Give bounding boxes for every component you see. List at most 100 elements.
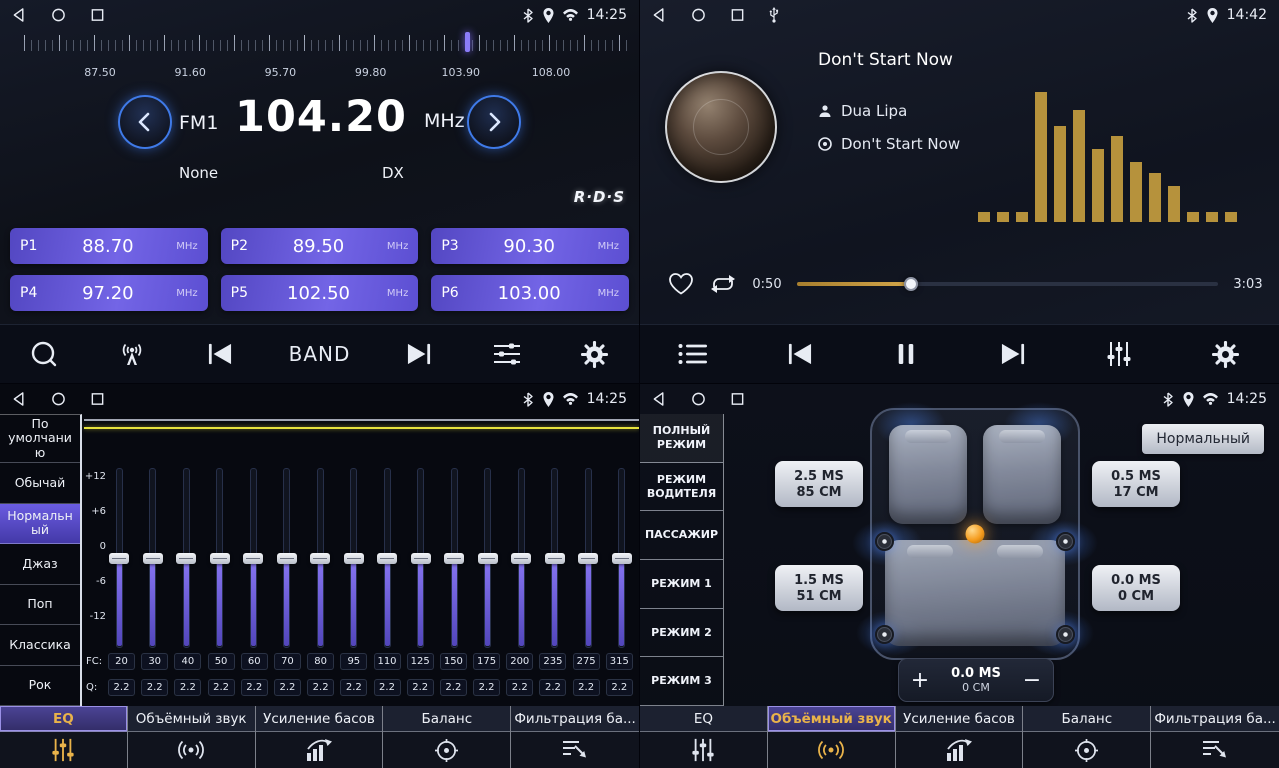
surround-mode-item-4[interactable]: РЕЖИМ 2: [640, 609, 723, 658]
eq-preset-item-6[interactable]: Рок: [0, 666, 80, 706]
nav-back-button[interactable]: [652, 391, 667, 407]
delay-rear-right[interactable]: 0.0 MS 0 CM: [1092, 565, 1180, 611]
eq-band-slider[interactable]: [108, 468, 130, 648]
tab-eq[interactable]: EQ: [0, 706, 128, 768]
repeat-button[interactable]: [709, 273, 737, 295]
previous-track-button[interactable]: [780, 342, 820, 366]
nav-recents-button[interactable]: [730, 391, 745, 407]
preset-p6-button[interactable]: P6103.00MHz: [431, 275, 629, 311]
scan-button[interactable]: [24, 339, 64, 369]
normal-mode-button[interactable]: Нормальный: [1142, 424, 1264, 454]
eq-preset-item-5[interactable]: Классика: [0, 625, 80, 665]
eq-band-slider[interactable]: [577, 468, 599, 648]
tab-balance[interactable]: Баланс: [383, 706, 511, 768]
nav-recents-button[interactable]: [90, 7, 105, 23]
delay-increase-button[interactable]: +: [899, 659, 941, 701]
slider-handle[interactable]: [612, 553, 632, 564]
eq-band-slider[interactable]: [376, 468, 398, 648]
surround-mode-item-3[interactable]: РЕЖИМ 1: [640, 560, 723, 609]
eq-band-slider[interactable]: [343, 468, 365, 648]
eq-band-slider[interactable]: [477, 468, 499, 648]
slider-handle[interactable]: [176, 553, 196, 564]
tune-up-button[interactable]: [467, 95, 521, 149]
eq-preset-item-1[interactable]: Обычай: [0, 463, 80, 503]
eq-band-slider[interactable]: [309, 468, 331, 648]
tab-surround-sound[interactable]: Объёмный звук: [768, 706, 896, 768]
playlist-button[interactable]: [673, 343, 713, 365]
settings-button[interactable]: [575, 341, 615, 368]
surround-mode-item-2[interactable]: ПАССАЖИР: [640, 511, 723, 560]
progress-slider[interactable]: [797, 274, 1218, 294]
next-track-button[interactable]: [993, 342, 1033, 366]
nav-recents-button[interactable]: [90, 391, 105, 407]
nav-back-button[interactable]: [652, 7, 667, 23]
slider-handle[interactable]: [377, 553, 397, 564]
tab-eq[interactable]: EQ: [640, 706, 768, 768]
preset-p5-button[interactable]: P5102.50MHz: [221, 275, 419, 311]
slider-handle[interactable]: [578, 553, 598, 564]
eq-band-slider[interactable]: [510, 468, 532, 648]
eq-band-slider[interactable]: [209, 468, 231, 648]
album-art[interactable]: [665, 71, 777, 183]
eq-band-slider[interactable]: [276, 468, 298, 648]
eq-band-slider[interactable]: [544, 468, 566, 648]
frequency-scale[interactable]: 87.5091.6095.7099.80103.90108.00: [24, 33, 631, 81]
delay-decrease-button[interactable]: −: [1011, 659, 1053, 701]
slider-handle[interactable]: [310, 553, 330, 564]
eq-band-slider[interactable]: [242, 468, 264, 648]
previous-station-button[interactable]: [200, 342, 240, 366]
nav-back-button[interactable]: [12, 391, 27, 407]
preset-p1-button[interactable]: P188.70MHz: [10, 228, 208, 264]
slider-handle[interactable]: [143, 553, 163, 564]
slider-handle[interactable]: [411, 553, 431, 564]
tab-filter[interactable]: Фильтрация ба...: [511, 706, 639, 768]
slider-handle[interactable]: [243, 553, 263, 564]
tab-balance[interactable]: Баланс: [1023, 706, 1151, 768]
slider-handle[interactable]: [210, 553, 230, 564]
slider-handle[interactable]: [109, 553, 129, 564]
delay-front-left[interactable]: 2.5 MS 85 CM: [775, 461, 863, 507]
preset-p3-button[interactable]: P390.30MHz: [431, 228, 629, 264]
eq-band-slider[interactable]: [611, 468, 633, 648]
preset-p4-button[interactable]: P497.20MHz: [10, 275, 208, 311]
eq-band-slider[interactable]: [443, 468, 465, 648]
tab-filter[interactable]: Фильтрация ба...: [1151, 706, 1279, 768]
nav-home-button[interactable]: [51, 7, 66, 23]
eq-preset-item-2[interactable]: Нормальный: [0, 504, 80, 544]
tab-bass-boost[interactable]: Усиление басов: [256, 706, 384, 768]
eq-band-slider[interactable]: [142, 468, 164, 648]
surround-mode-item-1[interactable]: РЕЖИМ ВОДИТЕЛЯ: [640, 463, 723, 512]
pause-button[interactable]: [886, 342, 926, 366]
listening-position-dot[interactable]: [966, 525, 985, 544]
slider-handle[interactable]: [545, 553, 565, 564]
eq-preset-item-4[interactable]: Поп: [0, 585, 80, 625]
delay-rear-left[interactable]: 1.5 MS 51 CM: [775, 565, 863, 611]
surround-mode-item-5[interactable]: РЕЖИМ 3: [640, 657, 723, 706]
nav-home-button[interactable]: [691, 7, 706, 23]
eq-preset-item-0[interactable]: По умолчанию: [0, 415, 80, 463]
delay-front-right[interactable]: 0.5 MS 17 CM: [1092, 461, 1180, 507]
settings-button[interactable]: [1206, 341, 1246, 368]
nav-home-button[interactable]: [51, 391, 66, 407]
slider-handle[interactable]: [444, 553, 464, 564]
band-button[interactable]: BAND: [289, 342, 351, 366]
nav-home-button[interactable]: [691, 391, 706, 407]
frequency-pointer[interactable]: [465, 32, 470, 52]
tab-bass-boost[interactable]: Усиление басов: [896, 706, 1024, 768]
slider-handle[interactable]: [277, 553, 297, 564]
preset-p2-button[interactable]: P289.50MHz: [221, 228, 419, 264]
slider-handle[interactable]: [478, 553, 498, 564]
favorite-button[interactable]: [668, 272, 694, 296]
slider-handle[interactable]: [511, 553, 531, 564]
slider-handle[interactable]: [344, 553, 364, 564]
eq-band-slider[interactable]: [175, 468, 197, 648]
eq-band-slider[interactable]: [410, 468, 432, 648]
progress-knob[interactable]: [904, 277, 918, 291]
surround-mode-item-0[interactable]: ПОЛНЫЙ РЕЖИМ: [640, 414, 723, 463]
broadcast-button[interactable]: [112, 341, 152, 367]
equalizer-button[interactable]: [1099, 341, 1139, 367]
audio-settings-button[interactable]: [487, 342, 527, 366]
eq-preset-item-3[interactable]: Джаз: [0, 544, 80, 584]
tab-surround-sound[interactable]: Объёмный звук: [128, 706, 256, 768]
nav-recents-button[interactable]: [730, 7, 745, 23]
